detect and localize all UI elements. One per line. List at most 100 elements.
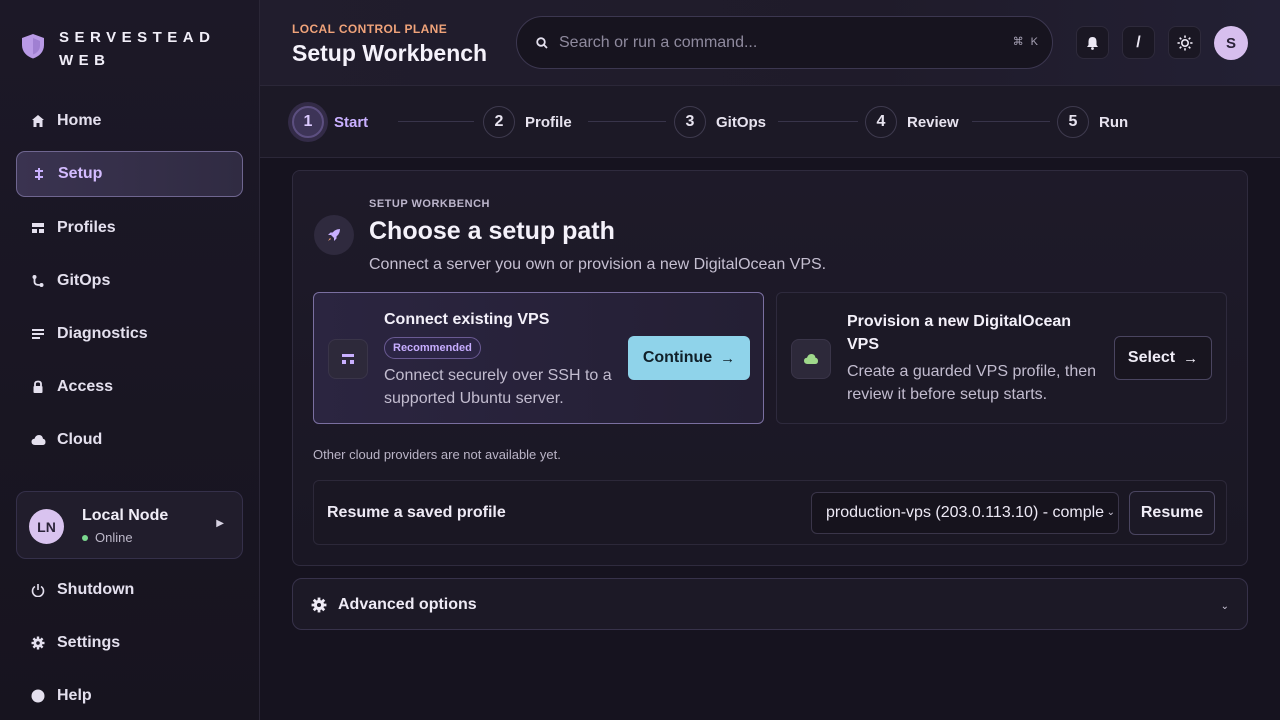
option-connect-existing-vps[interactable]: Connect existing VPS Recommended Connect… [313,292,764,424]
step-label: GitOps [716,113,767,131]
sidebar: SERVESTEAD WEB Home Setup Profiles GitOp… [0,0,260,720]
step-label: Start [334,113,369,131]
page-title: Setup Workbench [292,40,488,66]
command-search[interactable]: ⌘ K [516,16,1053,69]
option-description-line: supported Ubuntu server. [384,390,564,407]
brand[interactable]: SERVESTEAD WEB [20,26,229,72]
step-connector [588,121,666,122]
panel-eyebrow: SETUP WORKBENCH [369,198,490,210]
slash-command-button[interactable]: / [1122,26,1155,59]
rocket-icon [314,215,354,255]
gitops-icon [30,273,46,289]
sidebar-item-cloud[interactable]: Cloud [16,417,243,463]
option-title: Connect existing VPS [384,311,550,328]
step-number: 3 [674,106,706,138]
top-header: LOCAL CONTROL PLANE Setup Workbench ⌘ K … [260,0,1280,86]
chevron-down-icon: ⌄ [1220,601,1229,612]
sidebar-item-shutdown[interactable]: Shutdown [16,567,243,613]
step-label: Run [1099,113,1129,131]
sidebar-item-label: Settings [57,634,121,651]
saved-profile-select[interactable]: production-vps (203.0.113.10) - comple ⌄ [811,492,1119,534]
setup-path-panel: SETUP WORKBENCH Choose a setup path Conn… [292,170,1248,566]
search-icon [536,37,548,49]
recommended-badge: Recommended [384,337,481,359]
panel-title: Choose a setup path [369,217,615,245]
step-label: Review [907,113,959,131]
chevron-right-icon: ▶ [216,518,224,529]
step-number: 5 [1057,106,1089,138]
select-button[interactable]: Select → [1114,336,1212,380]
node-status: Online [82,530,133,545]
theme-toggle-button[interactable] [1168,26,1201,59]
continue-button[interactable]: Continue → [628,336,750,380]
advanced-options-label: Advanced options [338,596,477,613]
local-node-card[interactable]: LN Local Node Online ▶ [16,491,243,559]
cloud-icon [791,339,831,379]
step-connector [972,121,1050,122]
sidebar-item-gitops[interactable]: GitOps [16,258,243,304]
step-profile[interactable]: 2 Profile [483,106,572,138]
profiles-icon [30,220,46,236]
sidebar-item-access[interactable]: Access [16,364,243,410]
step-start[interactable]: 1 Start [292,106,368,138]
option-title-line: VPS [847,336,880,353]
cloud-icon [30,432,46,448]
sidebar-item-label: Cloud [57,431,103,448]
step-number: 1 [292,106,324,138]
sidebar-item-label: Home [57,112,102,129]
step-gitops[interactable]: 3 GitOps [674,106,766,138]
sidebar-item-setup[interactable]: Setup [16,151,243,197]
option-description-line: review it before setup starts. [847,386,1048,403]
server-icon [328,339,368,379]
home-icon [30,113,46,129]
sidebar-item-profiles[interactable]: Profiles [16,205,243,251]
option-description-line: Create a guarded VPS profile, then [847,363,1097,380]
saved-profile-value: production-vps (203.0.113.10) - comple [826,504,1105,521]
panel-description: Connect a server you own or provision a … [369,256,827,273]
sidebar-item-label: Shutdown [57,581,135,598]
node-status-label: Online [95,530,133,545]
sun-icon [1177,35,1192,50]
sidebar-item-label: Profiles [57,219,116,236]
lock-icon [30,379,46,395]
diagnostics-icon [30,326,46,342]
sidebar-item-label: Access [57,378,114,395]
chevron-down-icon: ⌄ [1106,507,1115,518]
continue-label: Continue [642,349,713,366]
sidebar-item-settings[interactable]: Settings [16,620,243,666]
sidebar-item-diagnostics[interactable]: Diagnostics [16,311,243,357]
brand-name: SERVESTEAD WEB [59,29,216,69]
help-icon [30,688,46,704]
step-number: 4 [865,106,897,138]
sidebar-item-label: Setup [58,165,103,182]
sidebar-item-label: GitOps [57,272,111,289]
search-input[interactable] [559,17,999,68]
arrow-right-icon: → [1183,349,1199,367]
header-eyebrow: LOCAL CONTROL PLANE [292,22,448,36]
user-avatar[interactable]: S [1214,26,1248,60]
shield-logo-icon [22,34,44,59]
step-connector [778,121,858,122]
status-dot-icon [82,534,88,541]
option-provision-digitalocean[interactable]: Provision a new DigitalOcean VPS Create … [776,292,1227,424]
setup-stepper: 1 Start 2 Profile 3 GitOps 4 Review 5 Ru… [260,86,1280,158]
advanced-options-toggle[interactable]: Advanced options ⌄ [292,578,1248,630]
keyboard-shortcut: ⌘ K [1012,36,1040,48]
select-label: Select [1127,349,1176,366]
gear-icon [311,597,327,613]
gear-icon [30,635,46,651]
resume-button[interactable]: Resume [1129,491,1215,535]
step-connector [398,121,474,122]
node-name: Local Node [82,507,169,524]
resume-profile-row: Resume a saved profile production-vps (2… [313,480,1227,545]
sidebar-item-home[interactable]: Home [16,98,243,144]
avatar: LN [29,509,64,544]
sidebar-item-help[interactable]: Help [16,673,243,719]
sidebar-item-label: Help [57,687,92,704]
resume-label: Resume a saved profile [327,504,506,521]
notifications-button[interactable] [1076,26,1109,59]
step-review[interactable]: 4 Review [865,106,959,138]
option-title-line: Provision a new DigitalOcean [847,313,1072,330]
step-run[interactable]: 5 Run [1057,106,1128,138]
power-icon [30,582,46,598]
